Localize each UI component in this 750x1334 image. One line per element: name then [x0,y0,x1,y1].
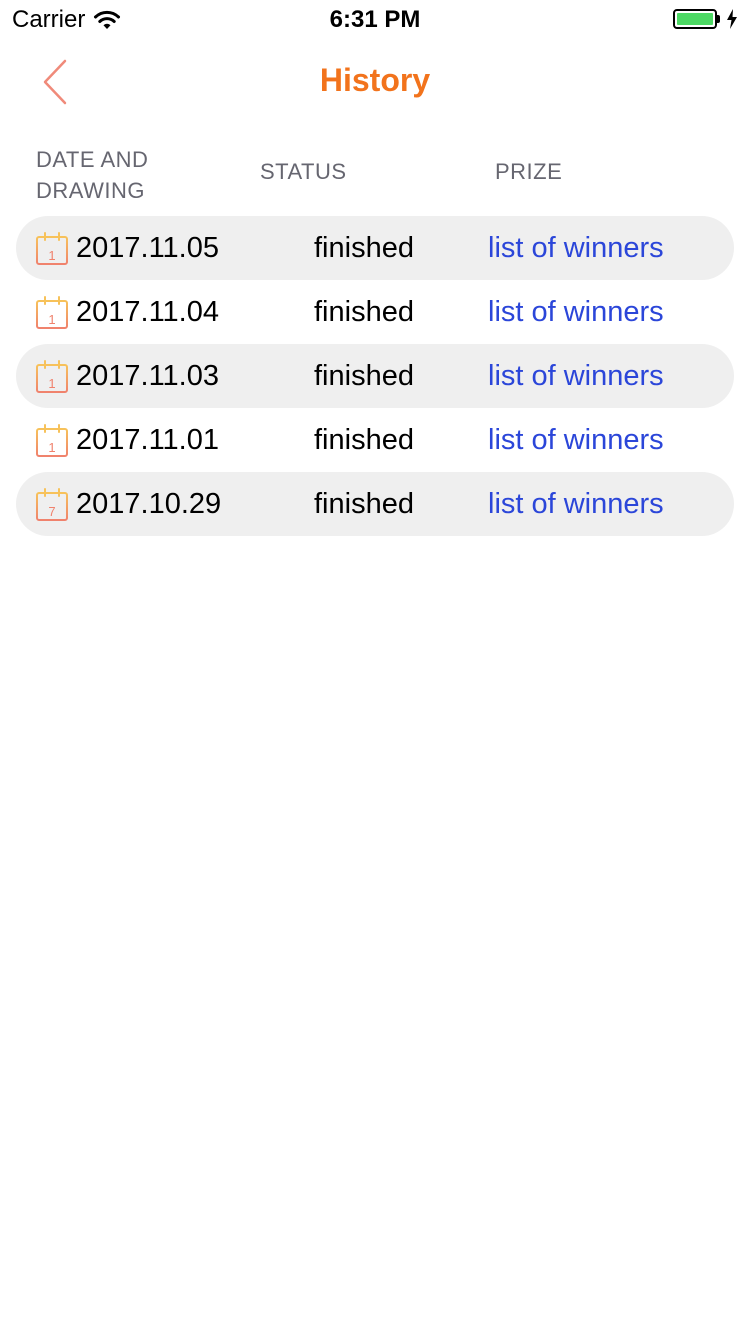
calendar-icon: 7 [36,488,68,521]
history-row: 1 2017.11.01 finished list of winners [16,408,734,472]
calendar-day: 1 [48,248,55,263]
row-status: finished [314,232,414,264]
row-status: finished [314,488,414,520]
calendar-icon: 1 [36,424,68,457]
row-date: 2017.11.05 [76,232,219,264]
winners-link[interactable]: list of winners [488,408,664,472]
row-status: finished [314,296,414,328]
battery-fill [677,13,713,25]
winners-link[interactable]: list of winners [488,216,664,280]
status-time: 6:31 PM [329,6,421,33]
history-row: 1 2017.11.05 finished list of winners [16,216,734,280]
navigation-bar: History [0,40,750,130]
battery-indicator [673,9,738,29]
calendar-icon: 1 [36,296,68,329]
calendar-day: 1 [48,440,55,455]
page-title: History [319,62,431,98]
charging-bolt-icon [727,9,737,29]
row-date: 2017.11.01 [76,424,219,456]
calendar-day: 7 [48,504,55,519]
calendar-icon: 1 [36,360,68,393]
status-bar: Carrier 6:31 PM [0,0,750,40]
winners-link[interactable]: list of winners [488,344,664,408]
row-status: finished [314,360,414,392]
row-date: 2017.11.03 [76,360,219,392]
table-header: DATE AND DRAWING STATUS PRIZE [0,142,750,212]
history-row: 7 2017.10.29 finished list of winners [16,472,734,536]
calendar-day: 1 [48,312,55,327]
history-row: 1 2017.11.03 finished list of winners [16,344,734,408]
battery-icon [673,9,717,29]
row-date: 2017.10.29 [76,488,222,520]
battery-tip [717,15,720,23]
history-row: 1 2017.11.04 finished list of winners [16,280,734,344]
calendar-day: 1 [48,376,55,391]
history-list: 1 2017.11.05 finished list of winners 1 … [16,216,734,536]
row-date: 2017.11.04 [76,296,219,328]
header-date: DATE AND DRAWING [36,147,149,203]
header-status: STATUS [260,159,347,184]
header-prize: PRIZE [495,159,563,184]
calendar-icon: 1 [36,232,68,265]
winners-link[interactable]: list of winners [488,280,664,344]
winners-link[interactable]: list of winners [488,472,664,536]
row-status: finished [314,424,414,456]
